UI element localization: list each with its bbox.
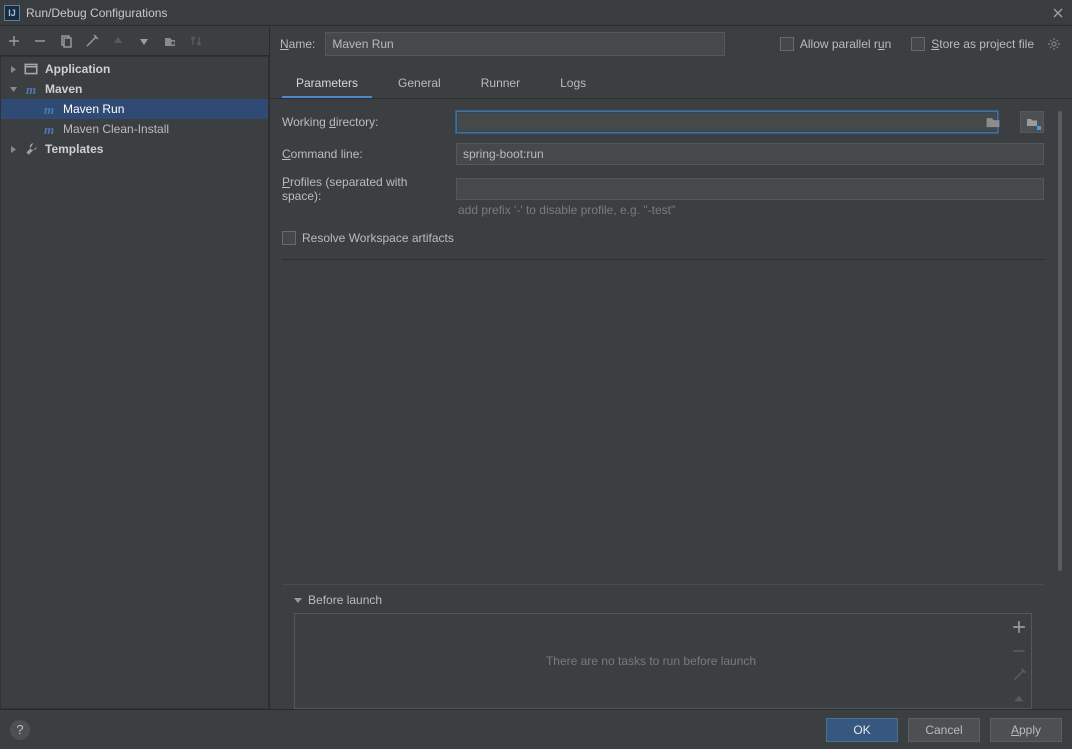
before-launch-toggle[interactable]: Before launch (294, 593, 1032, 607)
parameters-empty-area (282, 259, 1044, 584)
copy-config-button[interactable] (58, 33, 74, 49)
tree-label: Application (45, 62, 110, 76)
move-down-button[interactable] (136, 33, 152, 49)
move-up-button (110, 33, 126, 49)
maven-icon: m (41, 101, 57, 117)
resolve-workspace-label: Resolve Workspace artifacts (302, 231, 454, 245)
close-button[interactable] (1050, 5, 1066, 21)
tree-item-maven-run[interactable]: m Maven Run (1, 99, 268, 119)
app-icon: IJ (4, 5, 20, 21)
chevron-down-icon (7, 83, 19, 95)
config-name-input[interactable] (325, 32, 725, 56)
tree-item-maven-clean-install[interactable]: m Maven Clean-Install (1, 119, 268, 139)
scrollbar[interactable] (1058, 111, 1062, 709)
checkbox-icon (911, 37, 925, 51)
resolve-workspace-checkbox[interactable]: Resolve Workspace artifacts (282, 231, 454, 245)
tree-item-maven[interactable]: m Maven (1, 79, 268, 99)
main-panel: Name: Allow parallel run Store as projec… (270, 26, 1072, 709)
tab-general[interactable]: General (384, 70, 455, 98)
insert-macro-button[interactable] (1020, 111, 1044, 133)
sort-button (188, 33, 204, 49)
profiles-hint: add prefix '-' to disable profile, e.g. … (282, 203, 1044, 217)
allow-parallel-checkbox[interactable]: Allow parallel run (780, 37, 891, 51)
before-launch-section: Before launch There are no tasks to run … (282, 584, 1044, 709)
store-as-project-checkbox[interactable]: Store as project file (911, 37, 1034, 51)
triangle-down-icon (294, 598, 302, 603)
help-button[interactable]: ? (10, 720, 30, 740)
tree-label: Maven (45, 82, 82, 96)
command-line-input[interactable] (456, 143, 1044, 165)
name-label: Name: (280, 37, 315, 51)
before-edit-button (1012, 668, 1026, 682)
application-icon (23, 61, 39, 77)
remove-config-button[interactable] (32, 33, 48, 49)
wrench-icon (23, 141, 39, 157)
checkbox-icon (780, 37, 794, 51)
sidebar-toolbar (0, 26, 269, 56)
tree-label: Maven Clean-Install (63, 122, 169, 136)
before-launch-empty: There are no tasks to run before launch (295, 614, 1007, 708)
parameters-form: Working directory: Command line: Profile… (270, 99, 1056, 709)
apply-button[interactable]: Apply (990, 718, 1062, 742)
tree-item-templates[interactable]: Templates (1, 139, 268, 159)
profiles-label: Profiles (separated with space): (282, 175, 444, 203)
ok-button[interactable]: OK (826, 718, 898, 742)
before-launch-label: Before launch (308, 593, 382, 607)
edit-defaults-button[interactable] (84, 33, 100, 49)
before-launch-tools (1007, 614, 1031, 708)
config-tree[interactable]: Application m Maven m Maven Run m Maven … (0, 56, 269, 709)
config-header: Name: Allow parallel run Store as projec… (270, 26, 1072, 56)
gear-icon[interactable] (1046, 36, 1062, 52)
sidebar: Application m Maven m Maven Run m Maven … (0, 26, 270, 709)
store-as-project-label: Store as project file (931, 37, 1034, 51)
chevron-right-icon (7, 63, 19, 75)
working-directory-input[interactable] (456, 111, 998, 133)
dialog-footer: ? OK Cancel Apply (0, 709, 1072, 749)
working-directory-label: Working directory: (282, 115, 444, 129)
cancel-button[interactable]: Cancel (908, 718, 980, 742)
checkbox-icon (282, 231, 296, 245)
tab-logs[interactable]: Logs (546, 70, 600, 98)
allow-parallel-label: Allow parallel run (800, 37, 891, 51)
chevron-right-icon (7, 143, 19, 155)
maven-icon: m (41, 121, 57, 137)
tab-bar: Parameters General Runner Logs (270, 56, 1072, 99)
before-up-button (1012, 692, 1026, 706)
maven-icon: m (23, 81, 39, 97)
tree-label: Maven Run (63, 102, 124, 116)
profiles-input[interactable] (456, 178, 1044, 200)
save-config-button[interactable] (162, 33, 178, 49)
add-config-button[interactable] (6, 33, 22, 49)
tree-label: Templates (45, 142, 103, 156)
title-bar: IJ Run/Debug Configurations (0, 0, 1072, 26)
tab-parameters[interactable]: Parameters (282, 70, 372, 98)
command-line-label: Command line: (282, 147, 444, 161)
before-remove-button (1012, 644, 1026, 658)
before-add-button[interactable] (1012, 620, 1026, 634)
tab-runner[interactable]: Runner (467, 70, 534, 98)
before-launch-list: There are no tasks to run before launch (294, 613, 1032, 709)
tree-item-application[interactable]: Application (1, 59, 268, 79)
window-title: Run/Debug Configurations (26, 6, 1050, 20)
